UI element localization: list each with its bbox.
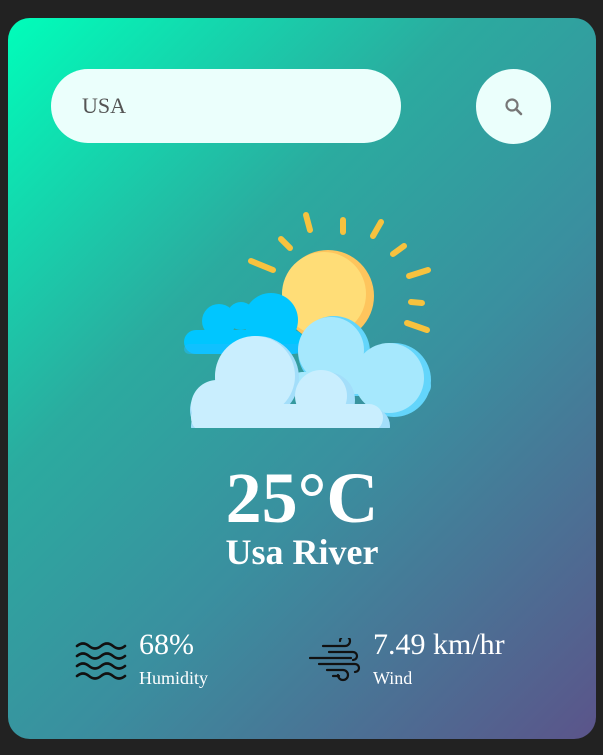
search-button[interactable] (476, 69, 551, 144)
city-search-input[interactable] (51, 69, 401, 143)
search-icon (504, 97, 522, 115)
wind-speed-value: 7.49 km/hr (373, 628, 505, 661)
humidity-waves-icon (75, 642, 127, 680)
humidity-label: Humidity (139, 668, 209, 688)
humidity-value: 68% (139, 628, 194, 661)
sun-behind-clouds-icon (184, 212, 431, 428)
weather-card: 25°C Usa River 68% Humidity 7.49 km/hr W… (8, 18, 596, 739)
temperature-value: 25°C (225, 458, 379, 538)
wind-icon (309, 638, 361, 682)
city-name: Usa River (225, 532, 379, 572)
wind-label: Wind (373, 668, 413, 688)
